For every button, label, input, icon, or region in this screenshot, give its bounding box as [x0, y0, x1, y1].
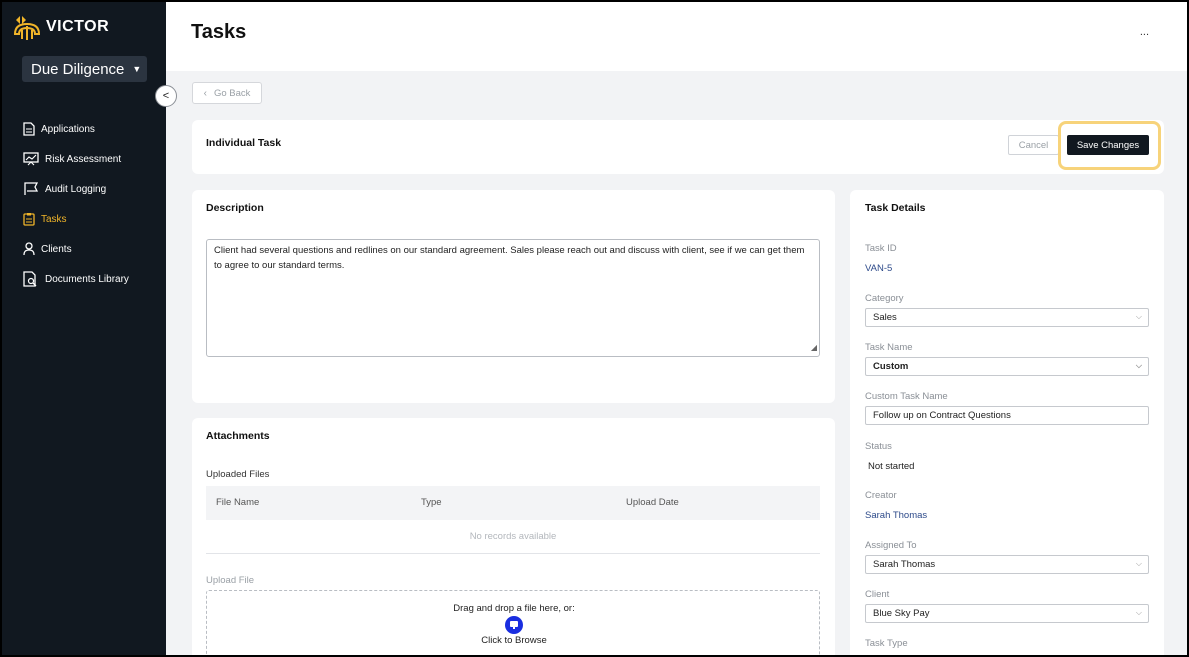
flag-icon	[22, 182, 40, 196]
chart-board-icon	[22, 152, 40, 166]
description-textarea[interactable]: Client had several questions and redline…	[206, 239, 820, 357]
chevron-down-icon: ⌵	[1135, 559, 1142, 568]
sidebar-item-documents-library[interactable]: Documents Library	[22, 264, 129, 294]
sidebar-nav: Applications Risk Assessment Audit Loggi…	[22, 114, 129, 294]
go-back-button[interactable]: ‹ Go Back	[192, 82, 262, 104]
document-icon	[22, 122, 36, 136]
logo: VICTOR	[12, 12, 109, 42]
column-header-type[interactable]: Type	[421, 497, 442, 508]
column-header-file-name[interactable]: File Name	[216, 497, 259, 508]
description-text: Client had several questions and redline…	[214, 245, 805, 271]
custom-task-name-value: Follow up on Contract Questions	[873, 410, 1011, 421]
page-title: Tasks	[191, 21, 247, 43]
more-options-icon[interactable]: ...	[1140, 26, 1149, 38]
sidebar-item-label: Applications	[41, 123, 95, 135]
dropzone-text: Drag and drop a file here, or:	[453, 603, 575, 614]
custom-task-name-label: Custom Task Name	[865, 391, 948, 402]
category-value: Sales	[873, 312, 897, 323]
collapse-sidebar-button[interactable]: <	[155, 85, 177, 107]
save-changes-button[interactable]: Save Changes	[1067, 135, 1149, 155]
chevron-down-icon: ⌵	[1135, 361, 1142, 370]
chevron-down-icon: ⌵	[1135, 312, 1142, 321]
sidebar-item-risk-assessment[interactable]: Risk Assessment	[22, 144, 129, 174]
go-back-label: Go Back	[213, 87, 251, 99]
chevron-left-icon: ‹	[203, 87, 207, 99]
module-select-label: Due Diligence	[31, 60, 125, 78]
description-title: Description	[206, 202, 264, 214]
task-type-label: Task Type	[865, 638, 908, 649]
sidebar-item-label: Clients	[41, 243, 72, 255]
monitor-upload-icon[interactable]	[505, 616, 523, 634]
status-value: Not started	[868, 461, 915, 472]
creator-value: Sarah Thomas	[865, 510, 928, 521]
category-select[interactable]: Sales ⌵	[865, 308, 1149, 327]
victor-logo-icon	[13, 16, 41, 40]
category-label: Category	[865, 293, 904, 304]
sidebar-item-label: Tasks	[41, 213, 67, 225]
page-header: Tasks ...	[166, 2, 1187, 71]
column-header-upload-date[interactable]: Upload Date	[626, 497, 679, 508]
task-id-label: Task ID	[865, 243, 897, 254]
app-window: VICTOR Due Diligence ▼ Applications Risk…	[0, 0, 1189, 657]
task-id-value: VAN-5	[865, 263, 893, 274]
task-details-title: Task Details	[865, 202, 926, 214]
clipboard-icon	[22, 212, 36, 226]
files-table-header: File Name Type Upload Date	[206, 486, 820, 520]
custom-task-name-input[interactable]: Follow up on Contract Questions	[865, 406, 1149, 425]
upload-file-label: Upload File	[206, 575, 255, 586]
click-to-browse-link[interactable]: Click to Browse	[207, 635, 821, 646]
attachments-title: Attachments	[206, 430, 270, 442]
task-name-select[interactable]: Custom ⌵	[865, 357, 1149, 376]
assigned-to-label: Assigned To	[865, 540, 917, 551]
client-value: Blue Sky Pay	[873, 608, 930, 619]
caret-down-icon: ▼	[132, 64, 142, 74]
file-dropzone[interactable]: Drag and drop a file here, or: Click to …	[206, 590, 821, 655]
sidebar-item-label: Audit Logging	[45, 183, 107, 195]
chevron-left-icon: <	[162, 90, 170, 102]
task-name-value: Custom	[873, 361, 909, 372]
sidebar: VICTOR Due Diligence ▼ Applications Risk…	[2, 2, 166, 655]
sidebar-item-applications[interactable]: Applications	[22, 114, 129, 144]
creator-label: Creator	[865, 490, 897, 501]
module-select[interactable]: Due Diligence ▼	[22, 56, 147, 82]
sidebar-item-tasks[interactable]: Tasks	[22, 204, 129, 234]
assigned-to-select[interactable]: Sarah Thomas ⌵	[865, 555, 1149, 574]
sidebar-item-label: Risk Assessment	[45, 153, 122, 165]
task-name-label: Task Name	[865, 342, 913, 353]
chevron-down-icon: ⌵	[1135, 608, 1142, 617]
uploaded-files-label: Uploaded Files	[206, 469, 270, 480]
logo-text: VICTOR	[46, 18, 110, 35]
sidebar-item-audit-logging[interactable]: Audit Logging	[22, 174, 129, 204]
empty-table-message: No records available	[206, 520, 820, 554]
status-label: Status	[865, 441, 892, 452]
resize-handle-icon[interactable]: ◢	[811, 341, 817, 356]
client-label: Client	[865, 589, 890, 600]
user-icon	[22, 242, 36, 256]
sidebar-item-label: Documents Library	[45, 273, 129, 285]
document-search-icon	[22, 271, 40, 287]
sidebar-item-clients[interactable]: Clients	[22, 234, 129, 264]
cancel-button[interactable]: Cancel	[1008, 135, 1059, 155]
task-header-title: Individual Task	[206, 137, 282, 149]
assigned-to-value: Sarah Thomas	[873, 559, 936, 570]
client-select[interactable]: Blue Sky Pay ⌵	[865, 604, 1149, 623]
